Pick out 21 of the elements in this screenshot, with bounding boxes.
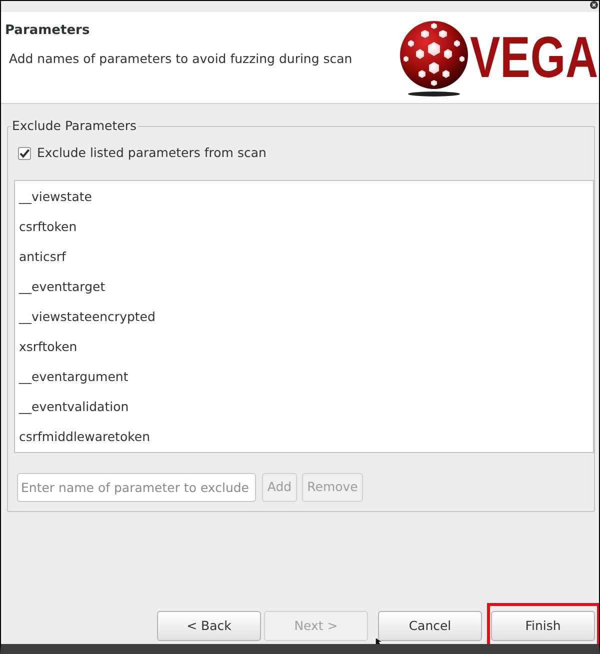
- finish-button[interactable]: Finish: [491, 611, 595, 641]
- page-description: Add names of parameters to avoid fuzzing during scan: [8, 51, 352, 67]
- list-item[interactable]: __eventargument: [15, 362, 593, 392]
- page-title: Parameters: [4, 22, 91, 39]
- cancel-button[interactable]: Cancel: [378, 611, 482, 641]
- list-item[interactable]: csrftoken: [15, 212, 593, 242]
- group-title: Exclude Parameters: [11, 118, 138, 134]
- checkbox-label: Exclude listed parameters from scan: [37, 145, 266, 161]
- close-icon[interactable]: [590, 1, 598, 9]
- list-item[interactable]: xsrftoken: [15, 332, 593, 362]
- list-item[interactable]: csrfmiddlewaretoken: [15, 422, 593, 452]
- list-item[interactable]: __viewstate: [15, 182, 593, 212]
- list-item[interactable]: anticsrf: [15, 242, 593, 272]
- mouse-cursor-icon: [375, 637, 383, 644]
- logo-text: VEGA: [470, 28, 598, 88]
- parameter-input-field[interactable]: Enter name of parameter to exclude: [17, 473, 256, 502]
- list-item[interactable]: __eventtarget: [15, 272, 593, 302]
- checkbox[interactable]: [18, 146, 31, 160]
- back-button[interactable]: < Back: [157, 611, 261, 641]
- list-item[interactable]: __viewstateencrypted: [15, 302, 593, 332]
- list-item[interactable]: __eventvalidation: [15, 392, 593, 422]
